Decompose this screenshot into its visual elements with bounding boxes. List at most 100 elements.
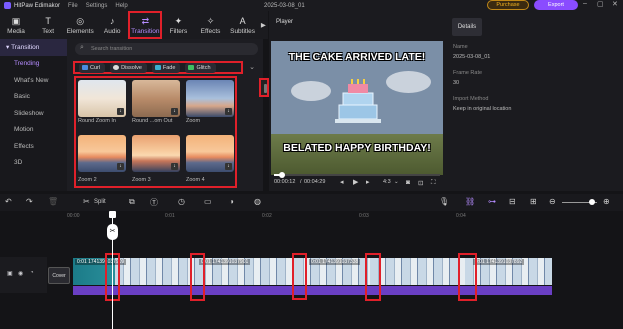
tab-text-label: Text [42,27,55,35]
playback-scrubber[interactable] [274,172,440,178]
zoom-fit-icon[interactable]: ⊞ [530,197,537,206]
cake-image [335,79,381,123]
tab-filters[interactable]: ✦ Filters [162,11,194,39]
export-button[interactable]: Export [534,0,578,10]
title-bar: HitPaw Edimakor File Settings Help 2025-… [0,0,623,11]
play-icon[interactable]: ▶ [353,178,358,186]
chevron-down-icon[interactable]: ⌄ [394,179,399,185]
freeze-icon[interactable]: ▭ [204,197,212,206]
subtitles-icon: A [239,15,246,26]
snapshot-icon[interactable]: ◙ [406,179,410,186]
scrubber-handle[interactable] [279,172,286,178]
playhead-handle[interactable] [109,211,116,218]
transition-drop-slot[interactable] [190,253,205,301]
video-clip[interactable] [370,258,465,285]
category-basic[interactable]: Basic [0,89,67,106]
prev-frame-icon[interactable]: ◂ [340,178,344,186]
category-3d[interactable]: 3D [0,155,67,172]
mask-icon[interactable]: ◑ [229,197,234,206]
transition-drop-slot[interactable] [458,253,477,301]
crop-tool-icon[interactable]: ⧉ [129,197,135,207]
audio-track[interactable] [73,286,552,295]
menu-help[interactable]: Help [115,3,127,9]
chip-glitch[interactable]: Glitch [185,62,216,73]
aspect-ratio-select[interactable]: 4:3 [383,179,391,185]
tab-elements[interactable]: ◎ Elements [64,11,96,39]
tab-audio-label: Audio [103,27,121,35]
category-slideshow[interactable]: Slideshow [0,105,67,122]
transition-thumb-zoom[interactable]: ↓ [186,80,234,117]
purchase-button[interactable]: Purchase [487,0,529,10]
purchase-label: Purchase [496,2,520,8]
tab-media[interactable]: ▣ Media [0,11,32,39]
video-preview[interactable]: THE CAKE ARRIVED LATE! BELATED HAPPY BIR… [271,41,443,175]
split-icon[interactable]: ✂ [83,197,90,206]
crop-icon[interactable]: ⊡ [418,179,423,187]
transition-thumb-zoom-4[interactable]: ↓ [186,135,234,172]
download-icon[interactable]: ↓ [225,163,232,170]
tab-audio[interactable]: ♪ Audio [96,11,128,39]
transition-drop-slot[interactable] [365,253,381,301]
transition-thumb-round-zoom-out[interactable]: ↓ [132,80,180,117]
zoom-in-icon[interactable]: ⊕ [603,197,610,206]
next-frame-icon[interactable]: ▸ [366,178,370,186]
microphone-icon[interactable]: 🎙 [439,197,449,206]
chip-curl[interactable]: Curl [79,62,106,73]
magnet-icon[interactable]: ⊶ [488,197,496,206]
category-whats-new[interactable]: What's New [0,72,67,89]
cover-label: Cover [52,272,66,279]
chip-dissolve[interactable]: Dissolve [110,62,147,73]
category-effects[interactable]: Effects [0,138,67,155]
timeline-ruler[interactable]: 00:00 0:01 0:02 0:03 0:04 [67,211,623,221]
zoom-slider-handle[interactable] [589,199,595,205]
fullscreen-icon[interactable]: ⛶ [431,179,436,187]
panel-resize-handle[interactable] [259,78,269,97]
toolbar-more-arrow[interactable]: ▶ [259,11,268,39]
download-icon[interactable]: ↓ [117,108,124,115]
category-motion[interactable]: Motion [0,122,67,139]
chips-expand-button[interactable]: ⌄ [247,63,257,72]
download-icon[interactable]: ↓ [225,108,232,115]
category-transition-header[interactable]: ▾ Transition [0,39,67,56]
tab-subtitles[interactable]: A Subtitles [227,11,259,39]
zoom-out-icon[interactable]: ⊖ [549,197,556,206]
download-icon[interactable]: ↓ [171,108,178,115]
transition-thumb-round-zoom-in[interactable]: ↓ [78,80,126,117]
close-icon[interactable]: ✕ [612,0,618,8]
tab-transition[interactable]: ⇄ Transition [128,11,163,39]
search-input[interactable]: ⌕ Search transition [75,43,258,55]
text-tool-icon[interactable]: Ⓣ [150,197,158,208]
speed-icon[interactable]: ◷ [178,197,185,206]
transition-thumb-zoom-2[interactable]: ↓ [78,135,126,172]
tag-chips-row: Curl Dissolve Fade Glitch [73,61,243,74]
link-icon[interactable]: ⛓ [465,197,475,206]
eye-icon[interactable]: ◉ [18,270,23,277]
download-icon[interactable]: ↓ [171,163,178,170]
chip-fade[interactable]: Fade [151,62,181,73]
maximize-icon[interactable]: ▢ [597,0,604,8]
undo-icon[interactable]: ↶ [5,197,12,206]
tab-details[interactable]: Details [452,18,482,36]
delete-icon[interactable]: 🗑 [48,197,58,206]
scissor-icon[interactable]: ✂ [107,224,118,240]
tab-text[interactable]: T Text [32,11,64,39]
lock-icon[interactable]: ▣ [7,270,13,277]
transition-label: Round Zoom In [78,118,116,124]
auto-fit-icon[interactable]: ⊟ [509,197,516,206]
tab-effects-label: Effects [200,27,221,35]
minimize-icon[interactable]: – [583,0,587,7]
video-clip[interactable] [115,258,197,285]
menu-file[interactable]: File [68,3,78,9]
transition-drop-slot[interactable] [292,253,307,300]
mute-icon[interactable]: ◔ [30,270,34,276]
tab-effects[interactable]: ✧ Effects [194,11,226,39]
category-trending[interactable]: Trending [0,56,67,73]
split-label[interactable]: Split [94,199,106,205]
cover-button[interactable]: Cover [48,267,70,284]
timeline-toolbar: ↶ ↷ 🗑 ✂ Split ⧉ Ⓣ ◷ ▭ ◑ ◍ 🎙 ⛓ ⊶ ⊟ ⊞ ⊖ ⊕ [0,194,623,211]
transition-thumb-zoom-3[interactable]: ↓ [132,135,180,172]
color-icon[interactable]: ◍ [254,197,261,206]
redo-icon[interactable]: ↷ [26,197,33,206]
download-icon[interactable]: ↓ [117,163,124,170]
menu-settings[interactable]: Settings [86,3,108,9]
